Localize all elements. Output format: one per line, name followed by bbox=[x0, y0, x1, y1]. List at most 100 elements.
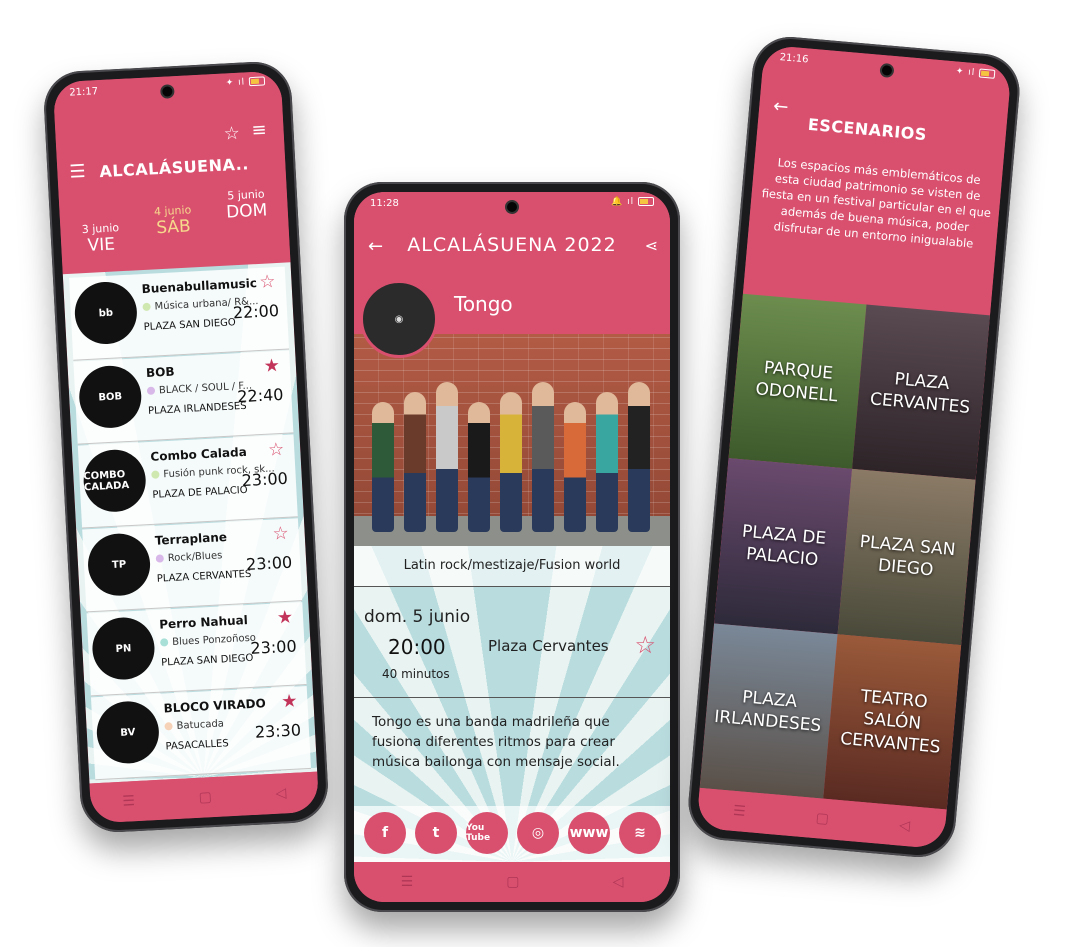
favorite-star-icon[interactable]: ★ bbox=[276, 607, 293, 629]
venues-header: 21:16 ✦ ıl ← ESCENARIOS Los espacios más… bbox=[742, 44, 1012, 316]
artist-genre: Batucada bbox=[164, 718, 224, 732]
show-time: 23:00 bbox=[250, 636, 298, 658]
schedule-row[interactable]: TP Terraplane Rock/Blues PLAZA CERVANTES 23:… bbox=[82, 518, 303, 613]
artist-genre: Latin rock/mestizaje/Fusion world bbox=[354, 546, 670, 587]
artist-name: BLOCO VIRADO bbox=[163, 696, 267, 716]
favorite-star-icon[interactable]: ☆ bbox=[272, 523, 289, 545]
favorite-star-icon[interactable]: ☆ bbox=[634, 631, 656, 659]
tab-day-label: VIE bbox=[87, 234, 116, 256]
artist-logo: PN bbox=[90, 615, 157, 682]
status-icons: 🔔 ıl bbox=[611, 197, 654, 207]
genre-dot bbox=[164, 722, 173, 731]
battery-icon bbox=[978, 68, 996, 79]
home-icon[interactable]: ▢ bbox=[506, 874, 519, 890]
band-member bbox=[500, 392, 522, 532]
recents-icon[interactable]: ☰ bbox=[401, 874, 414, 890]
facebook-icon[interactable]: f bbox=[364, 812, 406, 854]
recents-icon[interactable]: ☰ bbox=[122, 793, 135, 810]
venue-tile-label: PLAZA CERVANTES bbox=[869, 368, 971, 418]
recents-icon[interactable]: ☰ bbox=[732, 803, 746, 820]
twitter-icon[interactable]: t bbox=[415, 812, 457, 854]
show-details: dom. 5 junio 20:00 40 minutos Plaza Cerv… bbox=[354, 587, 670, 698]
venue-tile[interactable]: TEATRO SALÓN CERVANTES bbox=[823, 633, 962, 810]
favorites-star-icon[interactable]: ☆ bbox=[223, 123, 240, 145]
artist-description: Tongo es una banda madrileña que fusiona… bbox=[372, 714, 620, 770]
artist-logo: COMBO CALADA bbox=[82, 448, 148, 514]
venue-name: PLAZA SAN DIEGO bbox=[160, 652, 254, 669]
battery-icon bbox=[248, 76, 266, 87]
battery-icon bbox=[638, 197, 654, 206]
back-arrow-icon[interactable]: ← bbox=[772, 96, 789, 118]
artist-genre: Rock/Blues bbox=[155, 550, 223, 564]
instagram-icon[interactable]: ◎ bbox=[517, 812, 559, 854]
venue-tile-label: PLAZA IRLANDESES bbox=[713, 687, 822, 737]
day-tabs: 3 junio VIE 4 junio SÁB 5 junio DOM bbox=[69, 188, 280, 274]
schedule-row[interactable]: PN Perro Nahual Blues Ponzoñoso PLAZA SAN D… bbox=[86, 602, 307, 697]
artist-logo: BOB bbox=[77, 364, 143, 430]
venue-name: PLAZA IRLANDESES bbox=[147, 400, 247, 417]
share-icon[interactable]: ⋖ bbox=[645, 236, 658, 255]
status-time: 11:28 bbox=[370, 198, 399, 209]
phone-venues: 21:16 ✦ ıl ← ESCENARIOS Los espacios más… bbox=[685, 33, 1023, 861]
app-title: ALCALÁSUENA 2022 bbox=[407, 234, 617, 256]
show-time: 23:00 bbox=[245, 552, 293, 575]
schedule-row[interactable]: BV BLOCO VIRADO Batucada PASACALLES 23:30 ★ bbox=[90, 686, 312, 781]
status-time: 21:16 bbox=[779, 52, 809, 66]
show-date: dom. 5 junio bbox=[364, 607, 471, 627]
back-icon[interactable]: ◁ bbox=[613, 874, 624, 890]
band-member bbox=[596, 392, 618, 532]
venue-tile[interactable]: PARQUE ODONELL bbox=[728, 293, 867, 470]
schedule-row[interactable]: bb Buenabullamusic Música urbana/ R&... PLA… bbox=[68, 266, 290, 361]
artist-photo bbox=[354, 334, 670, 546]
filter-icon[interactable]: ≡ bbox=[251, 119, 267, 141]
tab-day-1[interactable]: 3 junio VIE bbox=[70, 221, 132, 257]
back-icon[interactable]: ◁ bbox=[898, 817, 910, 834]
genre-dot bbox=[142, 302, 151, 312]
genre-dot bbox=[151, 470, 160, 479]
venue-tile[interactable]: PLAZA SAN DIEGO bbox=[837, 469, 976, 645]
tab-day-2[interactable]: 4 junio SÁB bbox=[137, 203, 209, 240]
youtube-icon[interactable]: You Tube bbox=[466, 812, 508, 854]
band-member bbox=[628, 382, 650, 532]
venue-name: PLAZA SAN DIEGO bbox=[143, 317, 237, 334]
screen-artist-detail: 11:28 🔔 ıl ← ALCALÁSUENA 2022 ⋖ Tongo ◉ … bbox=[354, 192, 670, 902]
venue-tile[interactable]: PLAZA DE PALACIO bbox=[714, 458, 853, 634]
band-member bbox=[372, 402, 394, 532]
home-icon[interactable]: ▢ bbox=[815, 810, 830, 827]
favorite-star-icon[interactable]: ☆ bbox=[259, 271, 276, 293]
genre-dot bbox=[146, 386, 156, 395]
artist-avatar: ◉ bbox=[360, 280, 438, 358]
venues-grid: PARQUE ODONELL PLAZA CERVANTES PLAZA DE PA… bbox=[699, 293, 990, 810]
tab-day-3[interactable]: 5 junio DOM bbox=[215, 187, 279, 223]
band-member bbox=[564, 402, 586, 532]
show-time: 22:40 bbox=[236, 384, 284, 407]
favorite-star-icon[interactable]: ☆ bbox=[268, 439, 285, 461]
venue-name: PASACALLES bbox=[165, 738, 229, 753]
home-icon[interactable]: ▢ bbox=[198, 789, 212, 806]
venue-tile-label: PARQUE ODONELL bbox=[754, 357, 839, 406]
artist-info: Latin rock/mestizaje/Fusion world dom. 5… bbox=[354, 546, 670, 862]
venue-tile[interactable]: PLAZA IRLANDESES bbox=[699, 623, 838, 799]
schedule-row[interactable]: COMBO CALADA Combo Calada Fusión punk rock… bbox=[77, 434, 298, 529]
favorite-star-icon[interactable]: ★ bbox=[281, 691, 298, 713]
back-icon[interactable]: ◁ bbox=[275, 785, 287, 802]
venue-tile[interactable]: PLAZA CERVANTES bbox=[852, 304, 990, 481]
spotify-icon[interactable]: ≋ bbox=[619, 812, 661, 854]
artist-logo: BV bbox=[95, 699, 161, 766]
band-member bbox=[436, 382, 458, 532]
show-venue[interactable]: Plaza Cervantes bbox=[488, 637, 609, 655]
menu-icon[interactable]: ☰ bbox=[69, 161, 86, 183]
show-time: 23:00 bbox=[241, 468, 289, 491]
website-icon[interactable]: www bbox=[568, 812, 610, 854]
artist-name: BOB bbox=[145, 364, 175, 380]
system-nav-bar: ☰ ▢ ◁ bbox=[354, 862, 670, 902]
page-title: ESCENARIOS bbox=[807, 114, 928, 145]
band-member bbox=[468, 402, 490, 532]
venue-tile-label: PLAZA SAN DIEGO bbox=[858, 531, 957, 581]
genre-dot bbox=[155, 554, 165, 563]
band-member bbox=[404, 392, 426, 532]
favorite-star-icon[interactable]: ★ bbox=[263, 355, 280, 377]
tab-day-label: DOM bbox=[225, 200, 268, 223]
status-icons: ✦ ıl bbox=[225, 76, 266, 88]
schedule-row[interactable]: BOB BOB BLACK / SOUL / F... PLAZA IRLANDESE… bbox=[73, 350, 294, 445]
